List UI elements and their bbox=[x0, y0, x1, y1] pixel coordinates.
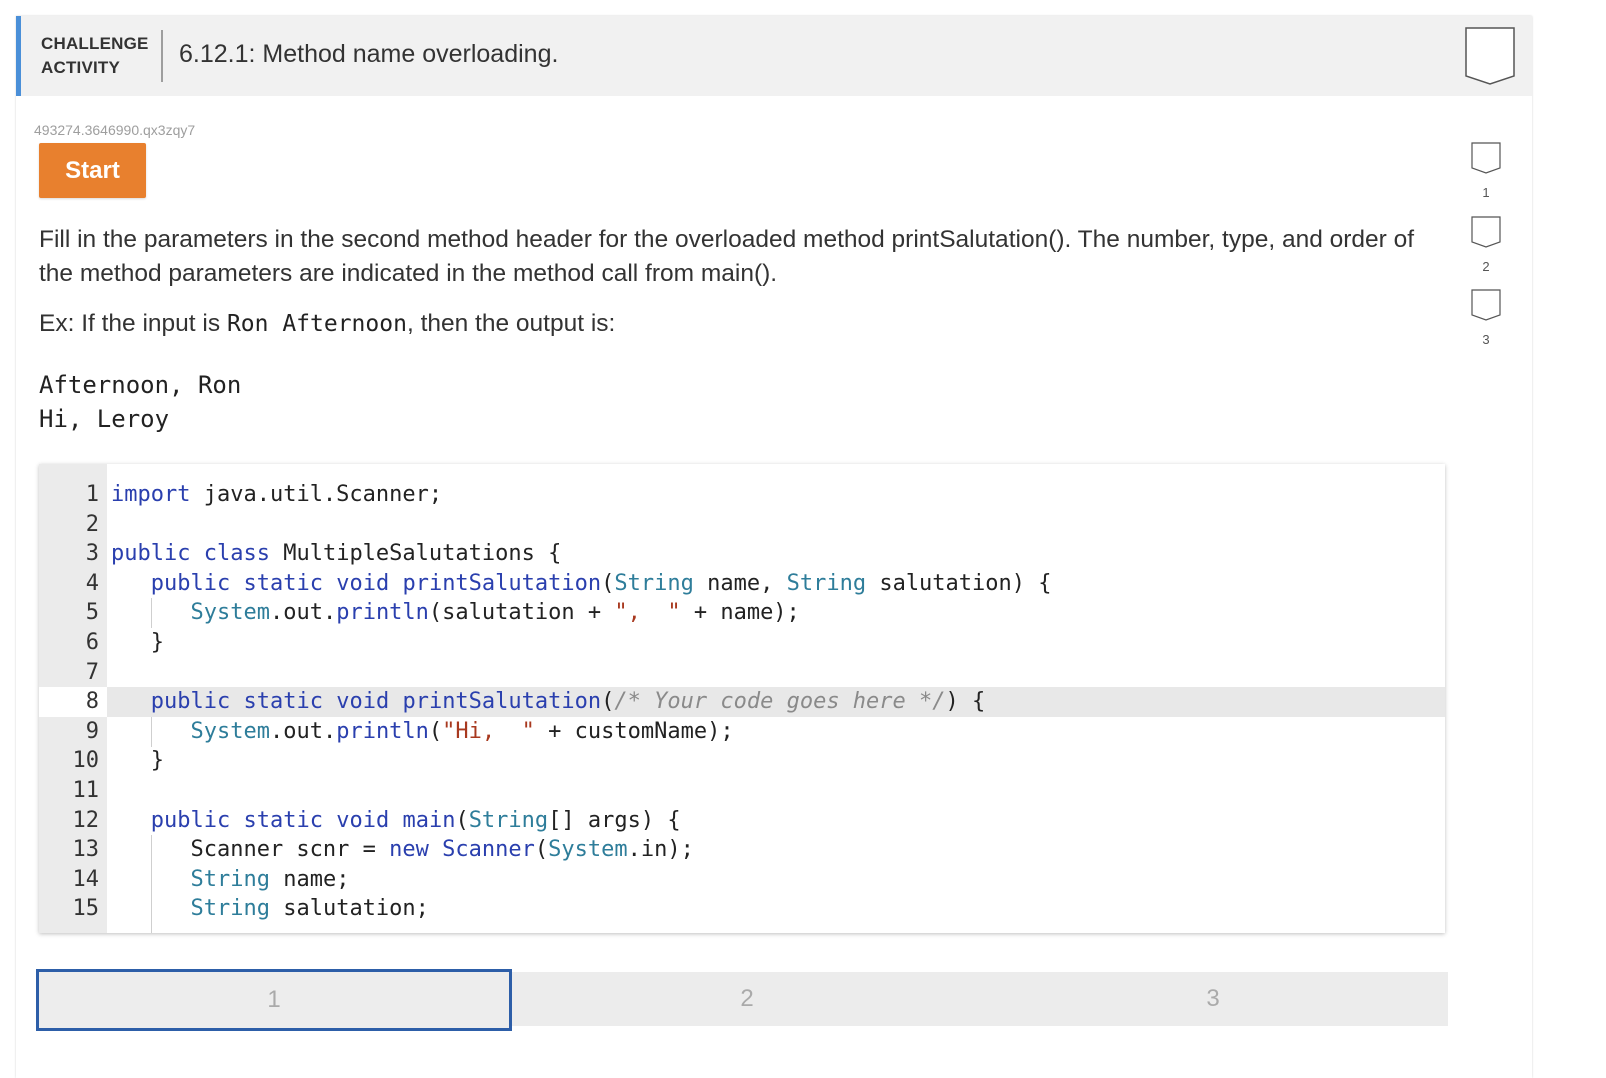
level-tab-1[interactable]: 1 bbox=[36, 969, 512, 1031]
code-line[interactable]: 11 bbox=[39, 776, 1445, 806]
code-line[interactable]: 5 System.out.println(salutation + ", " +… bbox=[39, 598, 1445, 628]
activity-type-label: CHALLENGE ACTIVITY bbox=[41, 34, 149, 77]
side-level-2[interactable]: 2 bbox=[1471, 216, 1501, 274]
code-editor[interactable]: 1 import java.util.Scanner; 2 3 public c… bbox=[39, 464, 1445, 933]
level-badge-icon bbox=[1471, 216, 1501, 248]
line-number: 10 bbox=[72, 748, 100, 774]
line-number: 12 bbox=[72, 807, 100, 833]
line-number: 5 bbox=[85, 600, 99, 626]
line-number: 11 bbox=[72, 778, 100, 803]
side-level-number: 2 bbox=[1482, 259, 1490, 274]
level-badge-icon bbox=[1471, 289, 1501, 321]
level-badge-icon bbox=[1471, 142, 1501, 174]
line-number: 8 bbox=[39, 687, 107, 717]
line-number: 13 bbox=[72, 837, 100, 863]
level-tabs: 1 2 3 bbox=[36, 969, 1448, 1031]
code-line[interactable]: 14 String name; bbox=[39, 865, 1445, 895]
activity-id: 493274.3646990.qx3zqy7 bbox=[34, 122, 196, 138]
code-line[interactable]: 13 Scanner scnr = new Scanner(System.in)… bbox=[39, 835, 1445, 865]
side-level-3[interactable]: 3 bbox=[1471, 289, 1501, 347]
code-line[interactable]: 7 bbox=[39, 658, 1445, 688]
example-text: Ex: If the input is Ron Afternoon, then … bbox=[39, 310, 616, 337]
activity-header: CHALLENGE ACTIVITY 6.12.1: Method name o… bbox=[16, 16, 1532, 96]
code-line[interactable]: 10 } bbox=[39, 746, 1445, 776]
level-tab-2[interactable]: 2 bbox=[512, 972, 982, 1026]
header-divider bbox=[161, 30, 163, 82]
code-line[interactable]: 2 bbox=[39, 510, 1445, 540]
line-number: 7 bbox=[85, 659, 99, 685]
completion-badge-icon bbox=[1465, 27, 1515, 85]
indent-guide bbox=[151, 835, 152, 933]
code-line[interactable]: 4 public static void printSalutation(Str… bbox=[39, 569, 1445, 599]
instructions-text: Fill in the parameters in the second met… bbox=[39, 226, 1415, 287]
line-number: 9 bbox=[85, 718, 99, 744]
code-line[interactable]: 3 public class MultipleSalutations { bbox=[39, 539, 1445, 569]
line-number: 2 bbox=[85, 511, 99, 537]
challenge-activity-card: CHALLENGE ACTIVITY 6.12.1: Method name o… bbox=[16, 16, 1532, 1078]
code-line[interactable]: 6 } bbox=[39, 628, 1445, 658]
line-number: 1 bbox=[85, 482, 99, 507]
indent-guide bbox=[151, 598, 152, 628]
line-number: 3 bbox=[85, 541, 99, 567]
line-number: 6 bbox=[85, 630, 99, 655]
code-line[interactable]: 15 String salutation; bbox=[39, 894, 1445, 924]
activity-title: 6.12.1: Method name overloading. bbox=[179, 40, 559, 68]
side-level-1[interactable]: 1 bbox=[1471, 142, 1501, 200]
line-number: 15 bbox=[72, 896, 100, 922]
code-line[interactable]: 12 public static void main(String[] args… bbox=[39, 806, 1445, 836]
indent-guide bbox=[151, 717, 152, 747]
example-input: Ron Afternoon bbox=[226, 311, 407, 337]
code-line[interactable]: 9 System.out.println("Hi, " + customName… bbox=[39, 717, 1445, 747]
level-tab-3[interactable]: 3 bbox=[978, 972, 1448, 1026]
code-line[interactable]: 1 import java.util.Scanner; bbox=[39, 480, 1445, 510]
side-level-number: 3 bbox=[1482, 332, 1490, 347]
start-button[interactable]: Start bbox=[39, 143, 146, 198]
line-number: 4 bbox=[85, 570, 99, 596]
side-level-number: 1 bbox=[1482, 185, 1490, 200]
editable-parameter-region[interactable]: /* Your code goes here */ bbox=[614, 689, 945, 714]
line-number: 14 bbox=[72, 866, 100, 892]
expected-output: Afternoon, Ron Hi, Leroy bbox=[39, 371, 242, 433]
code-line-active[interactable]: 8 public static void printSalutation(/* … bbox=[39, 687, 1445, 717]
